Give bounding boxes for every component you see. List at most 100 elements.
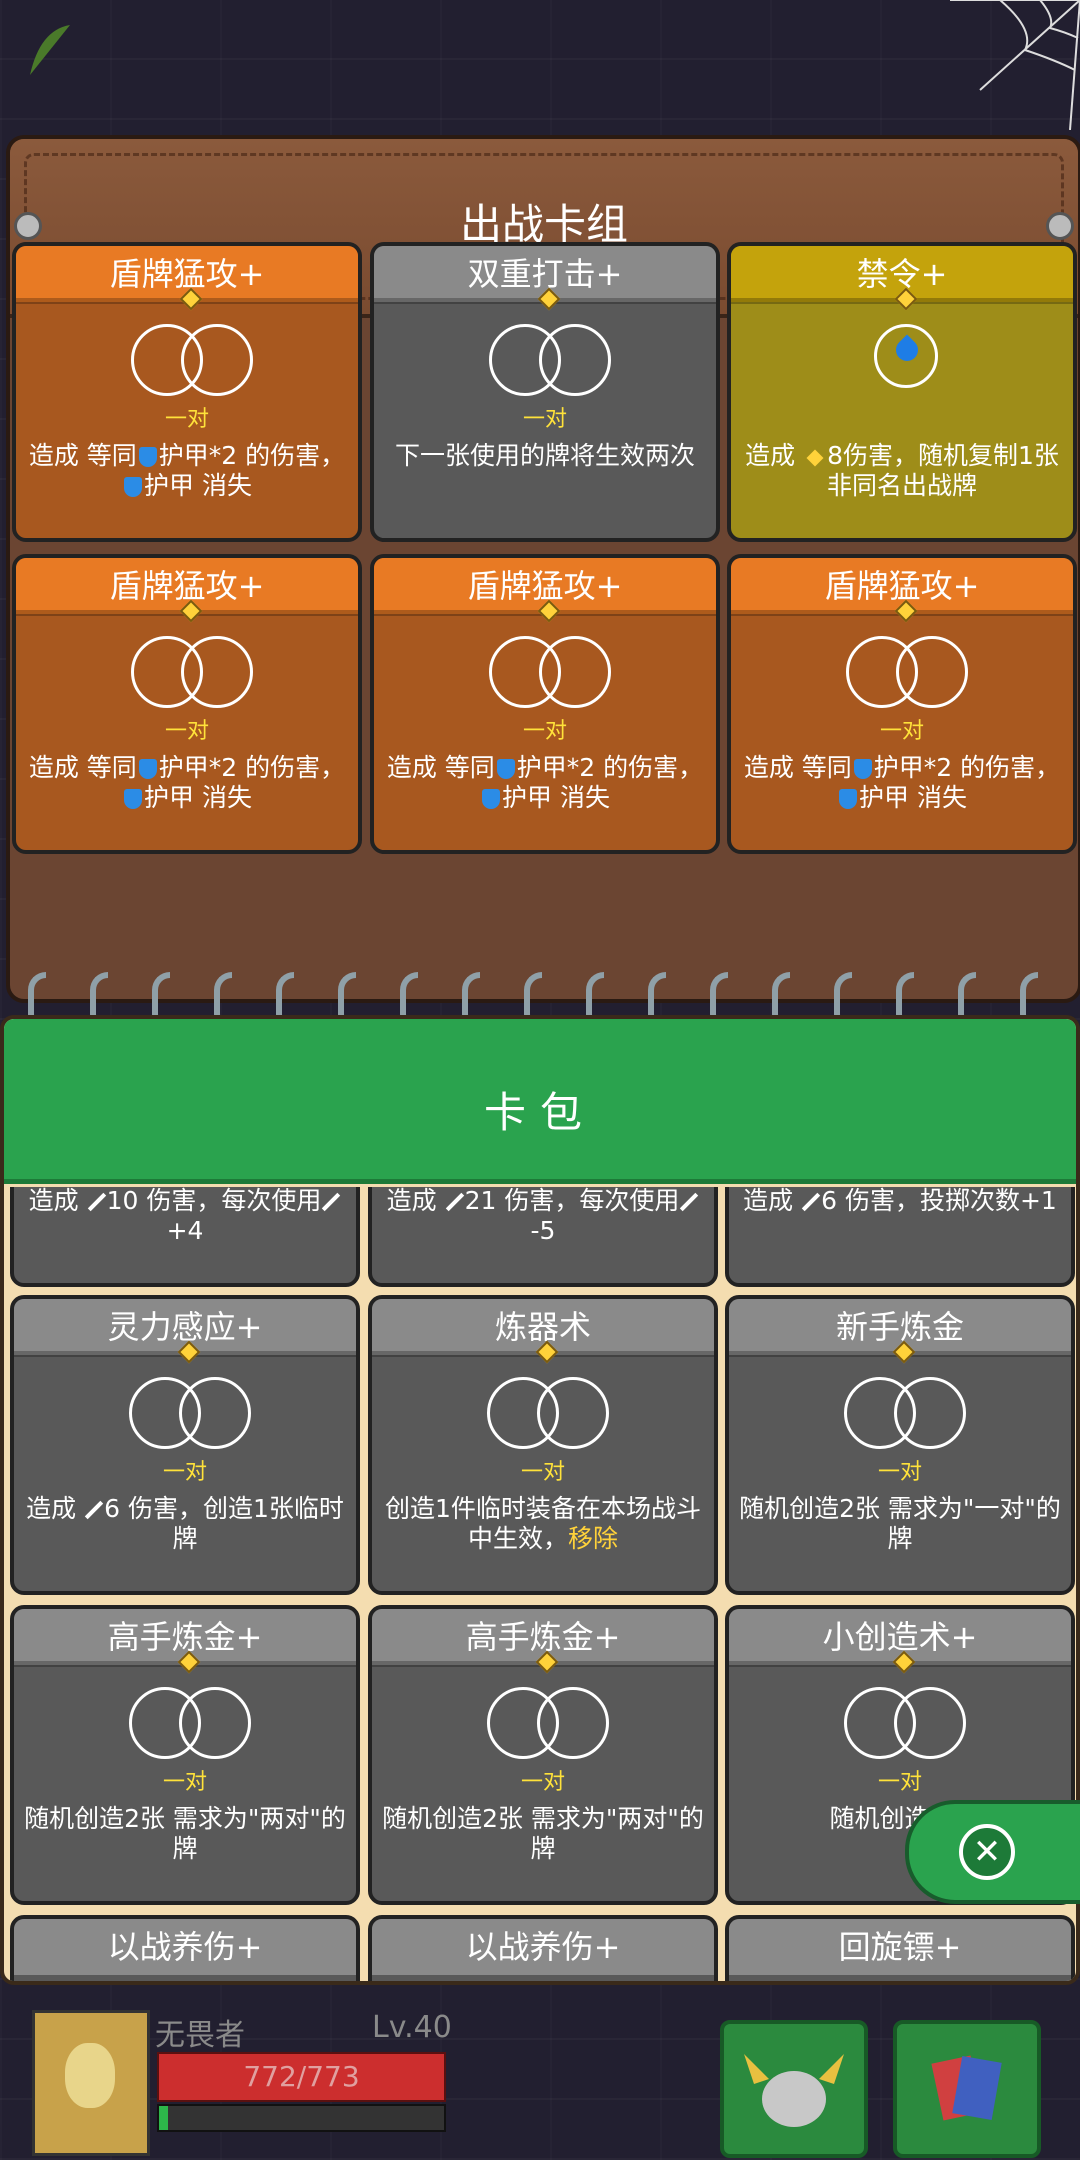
pair-requirement: 一对 xyxy=(520,1460,565,1485)
hp-bar: 772/773 xyxy=(157,2052,446,2102)
sword-icon xyxy=(801,1192,821,1212)
card-description: 造成 21 伤害，每次使用-5 xyxy=(382,1187,704,1246)
description-text: 6 伤害，投掷次数+1 xyxy=(821,1187,1057,1215)
leaf-decoration xyxy=(30,25,70,75)
cobweb-decoration xyxy=(950,0,1080,130)
description-text: 造成 等同 xyxy=(28,753,137,782)
sword-icon xyxy=(87,1192,106,1212)
armor-icon xyxy=(496,759,515,779)
pair-requirement: 一对 xyxy=(879,719,924,744)
helmet-icon xyxy=(744,2054,844,2127)
game-card[interactable]: 盾牌猛攻+ 一对 造成 等同 护甲*2 的伤害，护甲 消失 xyxy=(370,554,720,854)
pair-requirement: 一对 xyxy=(520,1770,565,1795)
pair-requirement: 一对 xyxy=(162,1460,207,1485)
game-card[interactable]: 高手炼金+ 一对 随机创造2张 需求为"两对"的牌 xyxy=(368,1605,718,1905)
hp-text: 772/773 xyxy=(243,2060,360,2093)
equipment-button[interactable] xyxy=(720,2020,868,2158)
ring xyxy=(179,1377,251,1449)
description-text: 造成 xyxy=(28,1187,87,1215)
armor-icon xyxy=(138,759,157,779)
card-description: 造成 8伤害，随机复制1张非同名出战牌 xyxy=(741,441,1063,501)
ring xyxy=(896,636,968,708)
card-description: 造成 6 伤害，投掷次数+1 xyxy=(739,1187,1061,1216)
description-text: 21 伤害，每次使用 xyxy=(464,1187,680,1215)
description-text: 随机创造2张 需求为"两对"的牌 xyxy=(24,1804,346,1863)
game-card-partial[interactable]: 回旋镖+ xyxy=(725,1915,1075,1981)
description-text: 造成 xyxy=(386,1187,445,1215)
game-card[interactable]: 灵力感应+ 一对 造成 6 伤害，创造1张临时牌 xyxy=(10,1295,360,1595)
card-description: 随机创造2张 需求为"两对"的牌 xyxy=(382,1804,704,1864)
game-card-partial[interactable]: 造成 10 伤害，每次使用+4 xyxy=(10,1187,360,1287)
description-text: 随机创造2张 需求为"两对"的牌 xyxy=(382,1804,704,1863)
pair-rings-icon xyxy=(489,636,611,708)
card-description: 下一张使用的牌将生效两次 xyxy=(384,441,706,471)
avatar[interactable] xyxy=(32,2010,150,2156)
ring xyxy=(894,1377,966,1449)
pair-requirement: 一对 xyxy=(522,719,567,744)
game-card[interactable]: 盾牌猛攻+ 一对 造成 等同 护甲*2 的伤害，护甲 消失 xyxy=(12,242,362,542)
pair-rings-icon xyxy=(844,1687,966,1759)
card-description: 造成 10 伤害，每次使用+4 xyxy=(24,1187,346,1246)
pair-requirement: 一对 xyxy=(162,1770,207,1795)
game-card-partial[interactable]: 造成 21 伤害，每次使用-5 xyxy=(368,1187,718,1287)
description-text: 护甲 消失 xyxy=(859,783,967,812)
close-button[interactable]: ✕ xyxy=(905,1800,1080,1904)
pair-rings-icon xyxy=(846,636,968,708)
ring xyxy=(537,1377,609,1449)
description-text: 护甲 消失 xyxy=(144,783,252,812)
game-card[interactable]: 新手炼金 一对 随机创造2张 需求为"一对"的牌 xyxy=(725,1295,1075,1595)
card-description: 造成 等同 护甲*2 的伤害，护甲 消失 xyxy=(26,441,348,501)
xp-bar xyxy=(157,2104,446,2132)
game-card-partial[interactable]: 以战养伤+ xyxy=(368,1915,718,1981)
description-text: +4 xyxy=(166,1216,204,1245)
pair-requirement: 一对 xyxy=(164,719,209,744)
ring xyxy=(539,324,611,396)
pair-requirement: 一对 xyxy=(164,407,209,432)
card-name: 以战养伤+ xyxy=(372,1919,714,1975)
card-description: 造成 等同 护甲*2 的伤害，护甲 消失 xyxy=(384,753,706,813)
armor-icon xyxy=(839,789,858,809)
ring xyxy=(537,1687,609,1759)
description-text: 创造1件临时装备在本场战斗中生效， xyxy=(385,1494,701,1553)
description-text: 造成 等同 xyxy=(743,753,852,782)
armor-icon xyxy=(124,789,143,809)
cards-button[interactable] xyxy=(893,2020,1041,2158)
description-text: 护甲*2 的伤害， xyxy=(158,753,346,782)
armor-icon xyxy=(138,447,157,467)
description-text: 造成 xyxy=(745,441,804,470)
sword-icon xyxy=(445,1192,464,1212)
card-description: 随机创造2张 需求为"一对"的牌 xyxy=(739,1494,1061,1554)
description-text: 护甲 消失 xyxy=(502,783,610,812)
diamond-icon xyxy=(806,449,824,467)
card-name: 以战养伤+ xyxy=(14,1919,356,1975)
player-level: Lv.40 xyxy=(372,2010,452,2045)
pair-rings-icon xyxy=(844,1377,966,1449)
pair-rings-icon xyxy=(131,636,253,708)
ring xyxy=(179,1687,251,1759)
game-card-partial[interactable]: 造成 6 伤害，投掷次数+1 xyxy=(725,1187,1075,1287)
armor-icon xyxy=(853,759,872,779)
pair-rings-icon xyxy=(489,324,611,396)
game-card[interactable]: 炼器术 一对 创造1件临时装备在本场战斗中生效，移除 xyxy=(368,1295,718,1595)
card-description: 造成 等同 护甲*2 的伤害，护甲 消失 xyxy=(741,753,1063,813)
description-text: 造成 xyxy=(26,1494,85,1523)
armor-icon xyxy=(124,477,143,497)
description-text: 伤害，随机复制1张非同名出战牌 xyxy=(826,441,1059,500)
description-text: 护甲*2 的伤害， xyxy=(158,441,346,470)
card-description: 造成 等同 护甲*2 的伤害，护甲 消失 xyxy=(26,753,348,813)
description-text: 造成 xyxy=(743,1187,802,1215)
description-text: 8 xyxy=(827,441,843,470)
xp-bar-fill xyxy=(159,2106,168,2130)
pair-rings-icon xyxy=(129,1377,251,1449)
pair-requirement: 一对 xyxy=(877,1460,922,1485)
description-text: 下一张使用的牌将生效两次 xyxy=(394,441,695,470)
game-card[interactable]: 高手炼金+ 一对 随机创造2张 需求为"两对"的牌 xyxy=(10,1605,360,1905)
card-description: 造成 6 伤害，创造1张临时牌 xyxy=(24,1494,346,1554)
pair-requirement: 一对 xyxy=(877,1770,922,1795)
game-card[interactable]: 禁令+ 造成 8伤害，随机复制1张非同名出战牌 xyxy=(727,242,1077,542)
game-card[interactable]: 盾牌猛攻+ 一对 造成 等同 护甲*2 的伤害，护甲 消失 xyxy=(12,554,362,854)
game-card[interactable]: 双重打击+ 一对 下一张使用的牌将生效两次 xyxy=(370,242,720,542)
sword-icon xyxy=(322,1192,341,1212)
game-card[interactable]: 盾牌猛攻+ 一对 造成 等同 护甲*2 的伤害，护甲 消失 xyxy=(727,554,1077,854)
game-card-partial[interactable]: 以战养伤+ xyxy=(10,1915,360,1981)
